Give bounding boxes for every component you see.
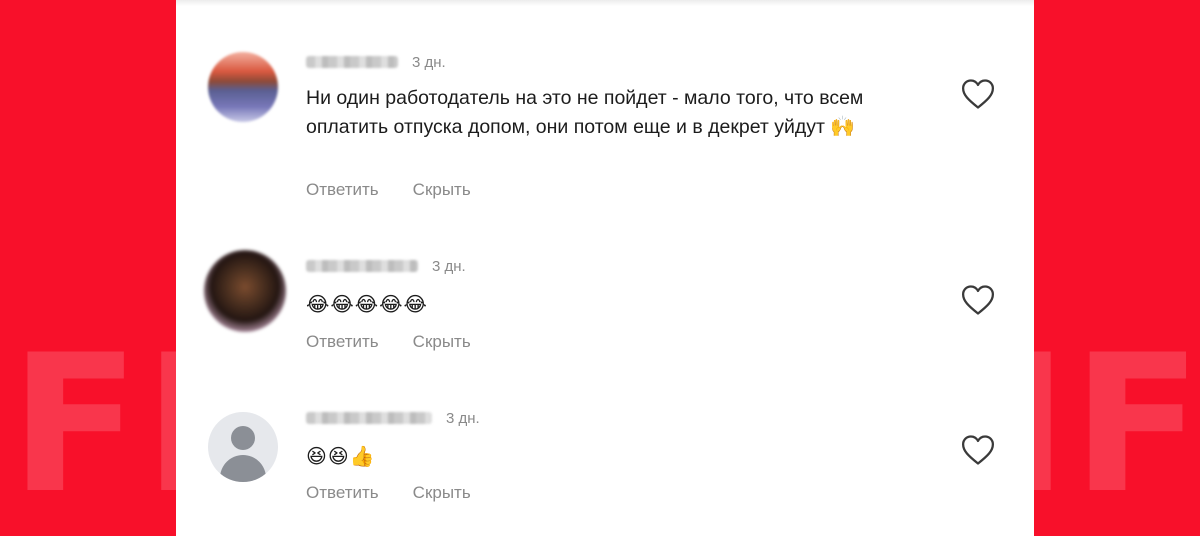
username-blurred[interactable]	[306, 260, 418, 272]
comment-time: 3 дн.	[412, 53, 446, 71]
user-silhouette-icon[interactable]	[208, 412, 278, 482]
comment-actions: Ответить Скрыть	[306, 483, 471, 503]
comment-meta: 3 дн.	[306, 256, 466, 276]
top-edge-shadow	[176, 0, 1034, 6]
heart-icon[interactable]	[961, 284, 995, 316]
avatar-head	[231, 426, 255, 450]
hide-button[interactable]: Скрыть	[413, 483, 471, 503]
heart-icon[interactable]	[961, 78, 995, 110]
comment-time: 3 дн.	[446, 409, 480, 427]
hide-button[interactable]: Скрыть	[413, 332, 471, 352]
comment-meta: 3 дн.	[306, 408, 480, 428]
comment-emoji: 😆😆👍	[306, 444, 376, 468]
avatar-shoulders	[220, 455, 266, 482]
comment-actions: Ответить Скрыть	[306, 180, 471, 200]
comments-panel: 3 дн. Ни один работодатель на это не пой…	[176, 0, 1034, 536]
comment-emoji: 🙌	[830, 114, 857, 138]
avatar[interactable]	[204, 250, 286, 332]
comment-text: Ни один работодатель на это не пойдет - …	[306, 84, 926, 141]
comment-meta: 3 дн.	[306, 52, 446, 72]
comment-time: 3 дн.	[432, 257, 466, 275]
comment-text: 😆😆👍	[306, 442, 926, 471]
username-blurred[interactable]	[306, 412, 432, 424]
comment-body: Ни один работодатель на это не пойдет - …	[306, 87, 864, 138]
reply-button[interactable]: Ответить	[306, 180, 379, 200]
heart-icon[interactable]	[961, 434, 995, 466]
comment-text: 😂😂😂😂😂	[306, 290, 926, 319]
reply-button[interactable]: Ответить	[306, 332, 379, 352]
reply-button[interactable]: Ответить	[306, 483, 379, 503]
avatar[interactable]	[208, 52, 278, 122]
comment-emoji: 😂😂😂😂😂	[306, 292, 428, 316]
comment-actions: Ответить Скрыть	[306, 332, 471, 352]
hide-button[interactable]: Скрыть	[413, 180, 471, 200]
username-blurred[interactable]	[306, 56, 398, 68]
